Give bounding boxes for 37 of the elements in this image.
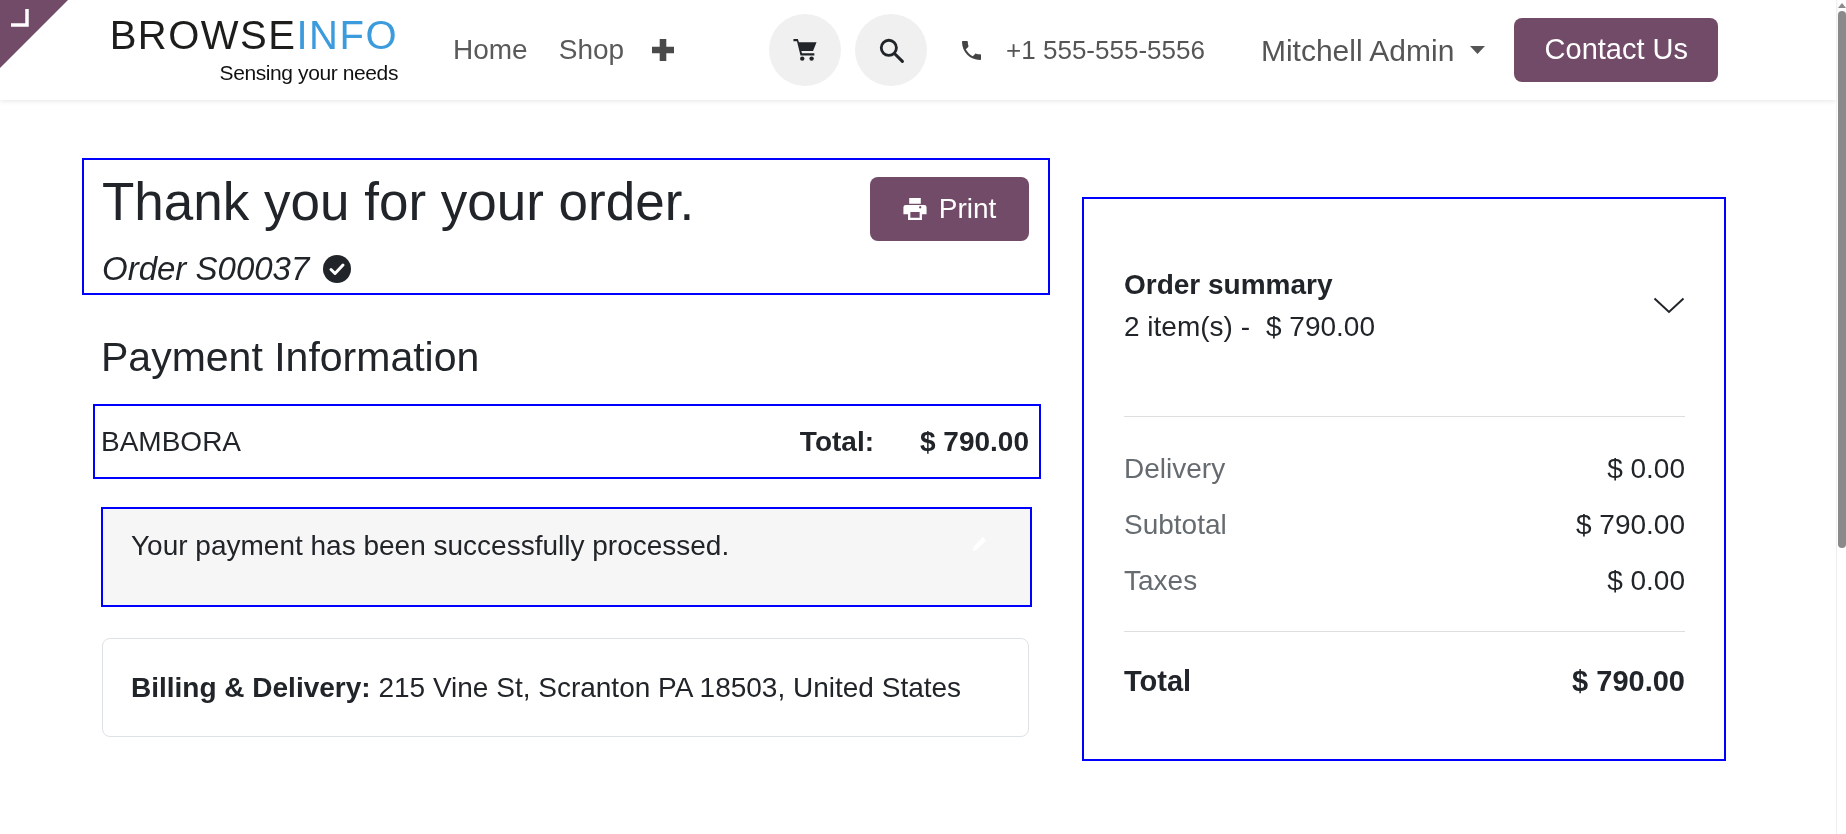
caret-icon <box>1470 46 1486 54</box>
summary-line-label: Delivery <box>1124 452 1226 485</box>
nav-link[interactable]: Shop <box>558 29 625 71</box>
summary-line-label: Subtotal <box>1124 508 1227 541</box>
page-title: Thank you for your order. <box>102 172 695 232</box>
summary-total-label: Total <box>1124 665 1192 698</box>
search-icon <box>878 37 905 63</box>
cart-icon <box>793 39 818 61</box>
item-count: 2 item(s) - <box>1124 310 1250 343</box>
logo-tagline: Sensing your needs <box>219 61 398 85</box>
phone-number-link[interactable]: +1 555-555-5556 <box>1006 30 1205 70</box>
total-amount: $ 790.00 <box>920 424 1029 459</box>
summary-title: Order summary <box>1124 268 1334 301</box>
summary-line-value: $ 790.00 <box>1576 508 1685 541</box>
order-number: Order S00037 <box>102 250 310 288</box>
alert-message: Your payment has been successfully processed. <box>131 529 730 562</box>
chevron-down-icon[interactable] <box>1653 297 1685 314</box>
total-label: Total: <box>799 424 874 459</box>
payment-method: BAMBORA <box>101 424 242 459</box>
summary-line-label: Taxes <box>1124 564 1198 597</box>
address-text: Billing & Delivery: 215 Vine St, Scranton PA 18503, United States <box>131 670 962 705</box>
printer-icon <box>902 198 927 220</box>
corner-toggle-icon[interactable] <box>0 0 68 68</box>
print-button[interactable]: Print <box>870 177 1029 241</box>
contact-us-button[interactable]: Contact Us <box>1514 18 1719 82</box>
nav-link[interactable]: Home <box>453 29 528 71</box>
section-heading: Payment Information <box>101 333 481 381</box>
user-menu-button[interactable]: Mitchell Admin <box>1260 27 1486 73</box>
summary-total-amount: $ 790.00 <box>1572 665 1685 698</box>
plus-icon[interactable] <box>652 39 675 61</box>
scrollbar-thumb[interactable] <box>1837 11 1846 548</box>
summary-line-value: $ 0.00 <box>1607 564 1685 597</box>
logo-wordmark[interactable]: BROWSEINFO <box>109 15 398 55</box>
phone-icon <box>962 40 982 60</box>
items-amount: $ 790.00 <box>1266 310 1375 343</box>
scroll-up-icon[interactable] <box>1837 3 1846 8</box>
summary-line-value: $ 0.00 <box>1607 452 1685 485</box>
